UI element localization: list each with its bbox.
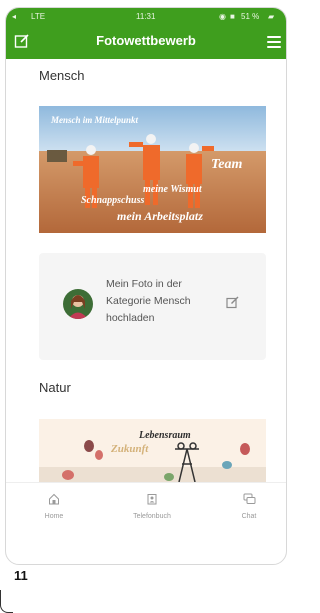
upload-card-label: Mein Foto in der Kategorie Mensch hochla… <box>106 278 191 324</box>
nav-telefonbuch-label: Telefonbuch <box>133 513 171 520</box>
home-icon <box>49 493 59 505</box>
alarm-icon: ◉ <box>219 12 226 21</box>
section-title-natur: Natur <box>39 380 71 395</box>
menu-icon[interactable] <box>267 36 281 51</box>
mensch-photo: Mensch im Mittelpunkt Team meine Wismut … <box>39 106 266 233</box>
image-text-team: Team <box>211 157 242 172</box>
app-header: Fotowettbewerb <box>6 24 286 59</box>
nav-home[interactable]: Home <box>24 483 84 520</box>
signal-icon: ◂ <box>12 12 17 21</box>
battery-saver-icon: ■ <box>230 12 235 21</box>
phone-frame: ◂ LTE 11:31 ◉ ■ 51 % ▰ Fotowettbewerb Me… <box>5 7 287 565</box>
battery-percent: 51 % <box>241 12 260 21</box>
nav-chat[interactable]: Chat <box>219 483 279 520</box>
clock: 11:31 <box>136 12 156 21</box>
status-bar: ◂ LTE 11:31 ◉ ■ 51 % ▰ <box>6 8 286 24</box>
upload-photo-card[interactable]: Mein Foto in der Kategorie Mensch hochla… <box>39 253 266 360</box>
image-text-schnappschuss: Schnappschuss <box>81 195 144 206</box>
mensch-category-image[interactable]: Mensch im Mittelpunkt Team meine Wismut … <box>39 106 266 233</box>
image-text-arbeitsplatz: mein Arbeitsplatz <box>117 209 203 223</box>
nav-telefonbuch[interactable]: Telefonbuch <box>122 483 182 520</box>
image-text-zukunft: Zukunft <box>110 443 149 455</box>
image-text-mensch: Mensch im Mittelpunkt <box>50 115 139 125</box>
natur-photo: Lebensraum Zukunft <box>39 419 266 482</box>
section-title-mensch: Mensch <box>39 68 85 83</box>
page-number: 11 <box>14 568 28 583</box>
page-corner-line <box>0 590 13 613</box>
page-title: Fotowettbewerb <box>96 33 196 48</box>
natur-category-image[interactable]: Lebensraum Zukunft <box>39 419 266 482</box>
chat-icon <box>243 493 255 504</box>
avatar <box>63 289 93 319</box>
bottom-navigation: Home Telefonbuch Chat <box>6 482 286 527</box>
image-text-wismut: meine Wismut <box>143 184 203 195</box>
network-type: LTE <box>31 12 46 21</box>
edit-icon[interactable] <box>226 296 239 309</box>
battery-icon: ▰ <box>268 12 275 21</box>
image-text-lebensraum: Lebensraum <box>138 430 191 441</box>
nav-chat-label: Chat <box>241 513 257 520</box>
nav-home-label: Home <box>44 513 64 520</box>
phonebook-icon <box>147 494 157 505</box>
